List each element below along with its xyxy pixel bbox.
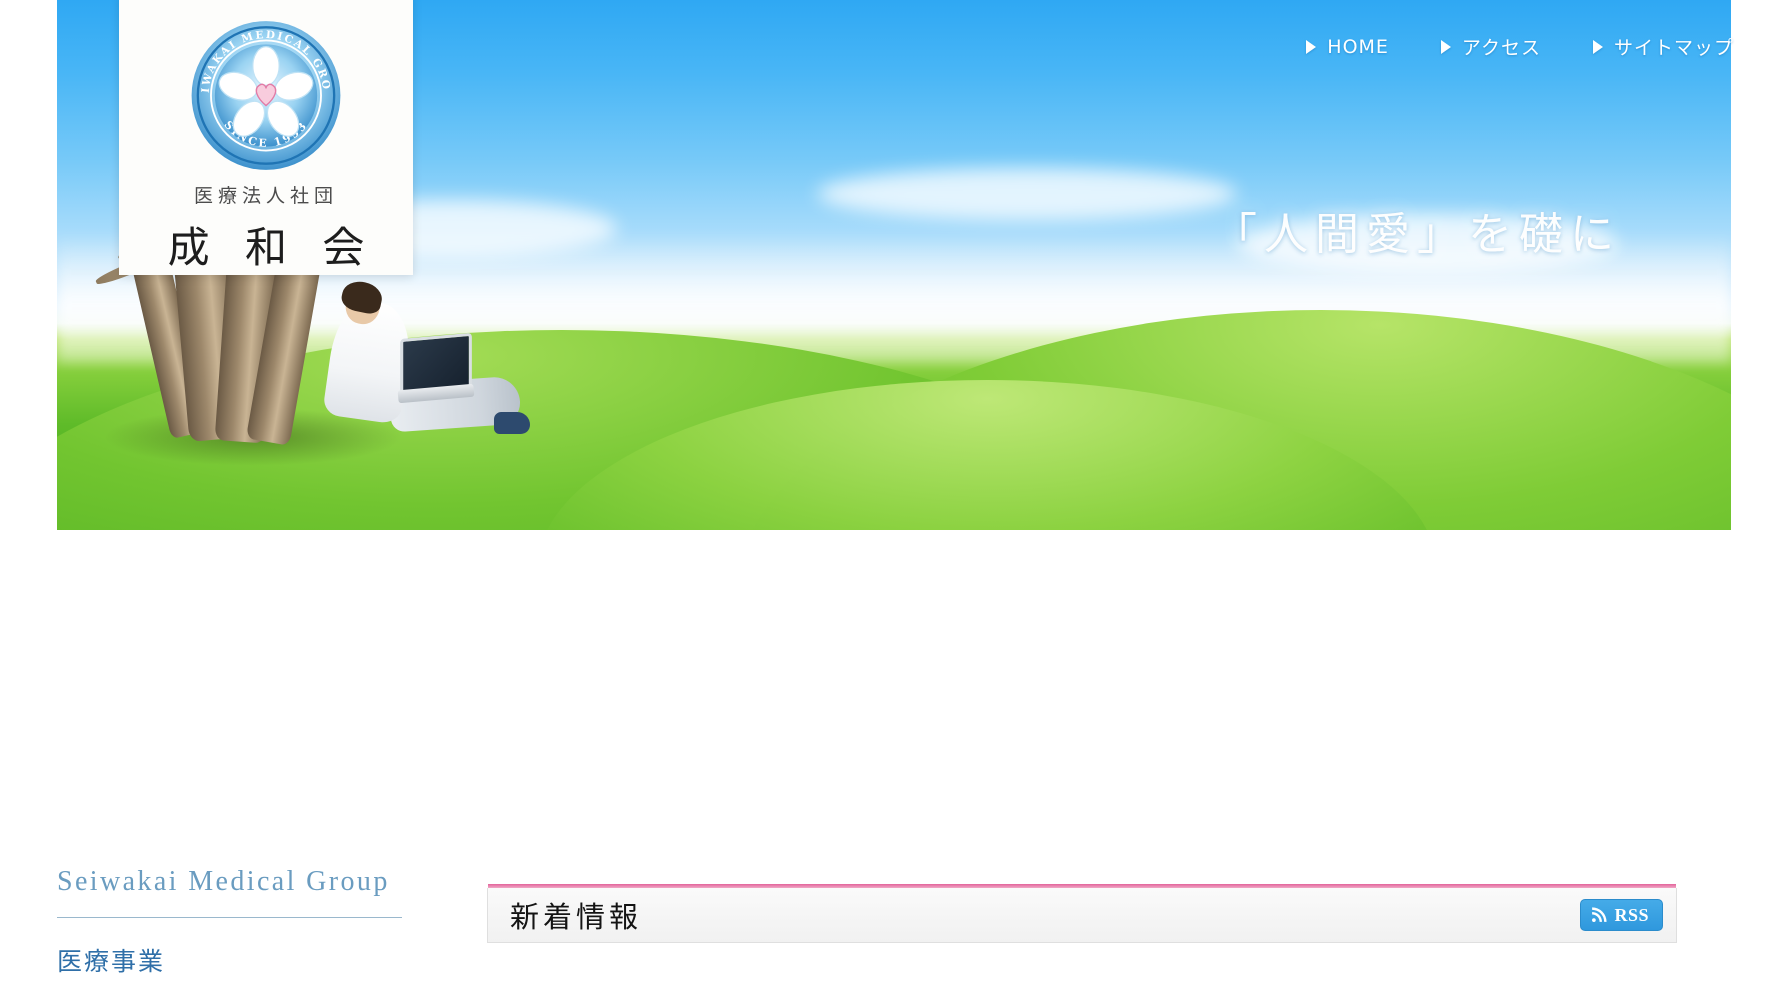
- site-logo[interactable]: SEIWAKAI MEDICAL GROUP SINCE 1953 医療法人社団…: [119, 0, 413, 275]
- rss-button[interactable]: RSS: [1580, 899, 1663, 931]
- nav-item-access[interactable]: アクセス: [1440, 33, 1541, 60]
- triangle-right-icon: [1592, 39, 1603, 54]
- cloud-shape: [817, 168, 1237, 220]
- news-panel-title: 新着情報: [510, 900, 643, 934]
- nav-item-label: HOME: [1327, 35, 1389, 58]
- utility-nav: HOME アクセス サイトマップ: [1306, 33, 1734, 60]
- news-panel-header: 新着情報 RSS: [487, 884, 1677, 943]
- sidebar-title: Seiwakai Medical Group: [57, 866, 390, 897]
- organization-type: 医療法人社団: [193, 185, 338, 207]
- nav-item-label: サイトマップ: [1613, 37, 1734, 59]
- person-illustration: [312, 270, 530, 450]
- sidebar-item-medical-business[interactable]: 医療事業: [57, 942, 402, 978]
- sakura-crest-icon: SEIWAKAI MEDICAL GROUP SINCE 1953: [183, 18, 341, 170]
- nav-item-sitemap[interactable]: サイトマップ: [1592, 33, 1734, 60]
- sidebar-divider: [57, 917, 402, 918]
- organization-name: 成 和 会: [167, 223, 376, 272]
- news-accent-bar: [488, 884, 1676, 888]
- content-area: Seiwakai Medical Group 医療事業 新着情報 RSS: [0, 866, 1774, 986]
- rss-feed-icon: [1592, 906, 1608, 922]
- hero-tagline: 「人間愛」を礎に: [1213, 209, 1621, 260]
- hero-section: 「人間愛」を礎に HOME アクセス サイトマップ IWAKAI MEDICAL…: [0, 0, 1774, 600]
- news-panel: 新着情報 RSS: [487, 884, 1677, 943]
- sidebar: Seiwakai Medical Group 医療事業: [57, 866, 402, 978]
- triangle-right-icon: [1440, 39, 1451, 54]
- triangle-right-icon: [1306, 39, 1317, 54]
- nav-item-home[interactable]: HOME: [1306, 36, 1389, 58]
- nav-item-label: アクセス: [1461, 37, 1541, 59]
- rss-button-label: RSS: [1614, 904, 1649, 925]
